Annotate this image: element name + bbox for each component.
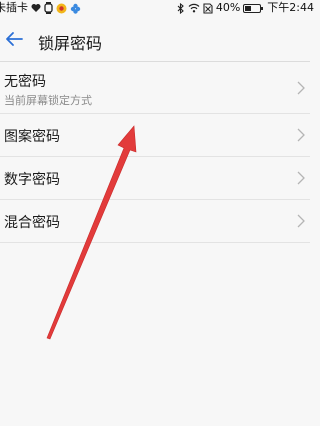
list-item-label: 数字密码 (4, 172, 60, 188)
battery-icon (243, 3, 264, 13)
bluetooth-icon (177, 2, 185, 14)
title-bar: 锁屏密码 (0, 22, 310, 60)
list-item-label: 混合密码 (4, 215, 60, 231)
status-left: 未插卡 (0, 0, 81, 16)
lock-method-list: 无密码 当前屏幕锁定方式 图案密码 数字密码 混合密码 (0, 62, 310, 243)
list-item-label: 图案密码 (4, 129, 60, 145)
heart-icon (31, 3, 41, 13)
back-button[interactable] (4, 29, 24, 49)
status-bar: 未插卡 40% 下午2:44 (0, 0, 314, 16)
list-item-no-password[interactable]: 无密码 当前屏幕锁定方式 (0, 62, 310, 114)
list-item-pattern-password[interactable]: 图案密码 (0, 114, 310, 157)
status-right: 40% 下午2:44 (177, 0, 314, 16)
list-item-mixed-password[interactable]: 混合密码 (0, 200, 310, 243)
no-sim-icon (203, 2, 213, 14)
list-item-numeric-password[interactable]: 数字密码 (0, 157, 310, 200)
chevron-right-icon (297, 214, 305, 228)
list-item-label: 无密码 (4, 74, 46, 90)
app-notification-icon (56, 3, 67, 14)
carrier-text: 未插卡 (0, 1, 28, 14)
chevron-right-icon (297, 171, 305, 185)
watch-icon (44, 2, 53, 14)
page-title: 锁屏密码 (38, 34, 103, 53)
chevron-right-icon (297, 81, 305, 95)
flower-notification-icon (70, 3, 81, 14)
list-item-sublabel: 当前屏幕锁定方式 (4, 94, 92, 107)
back-arrow-icon (6, 32, 23, 46)
battery-percentage: 40% (215, 1, 241, 14)
clock: 下午2:44 (267, 1, 314, 14)
battery-fill (245, 5, 251, 11)
chevron-right-icon (297, 128, 305, 142)
wifi-icon (188, 3, 200, 13)
